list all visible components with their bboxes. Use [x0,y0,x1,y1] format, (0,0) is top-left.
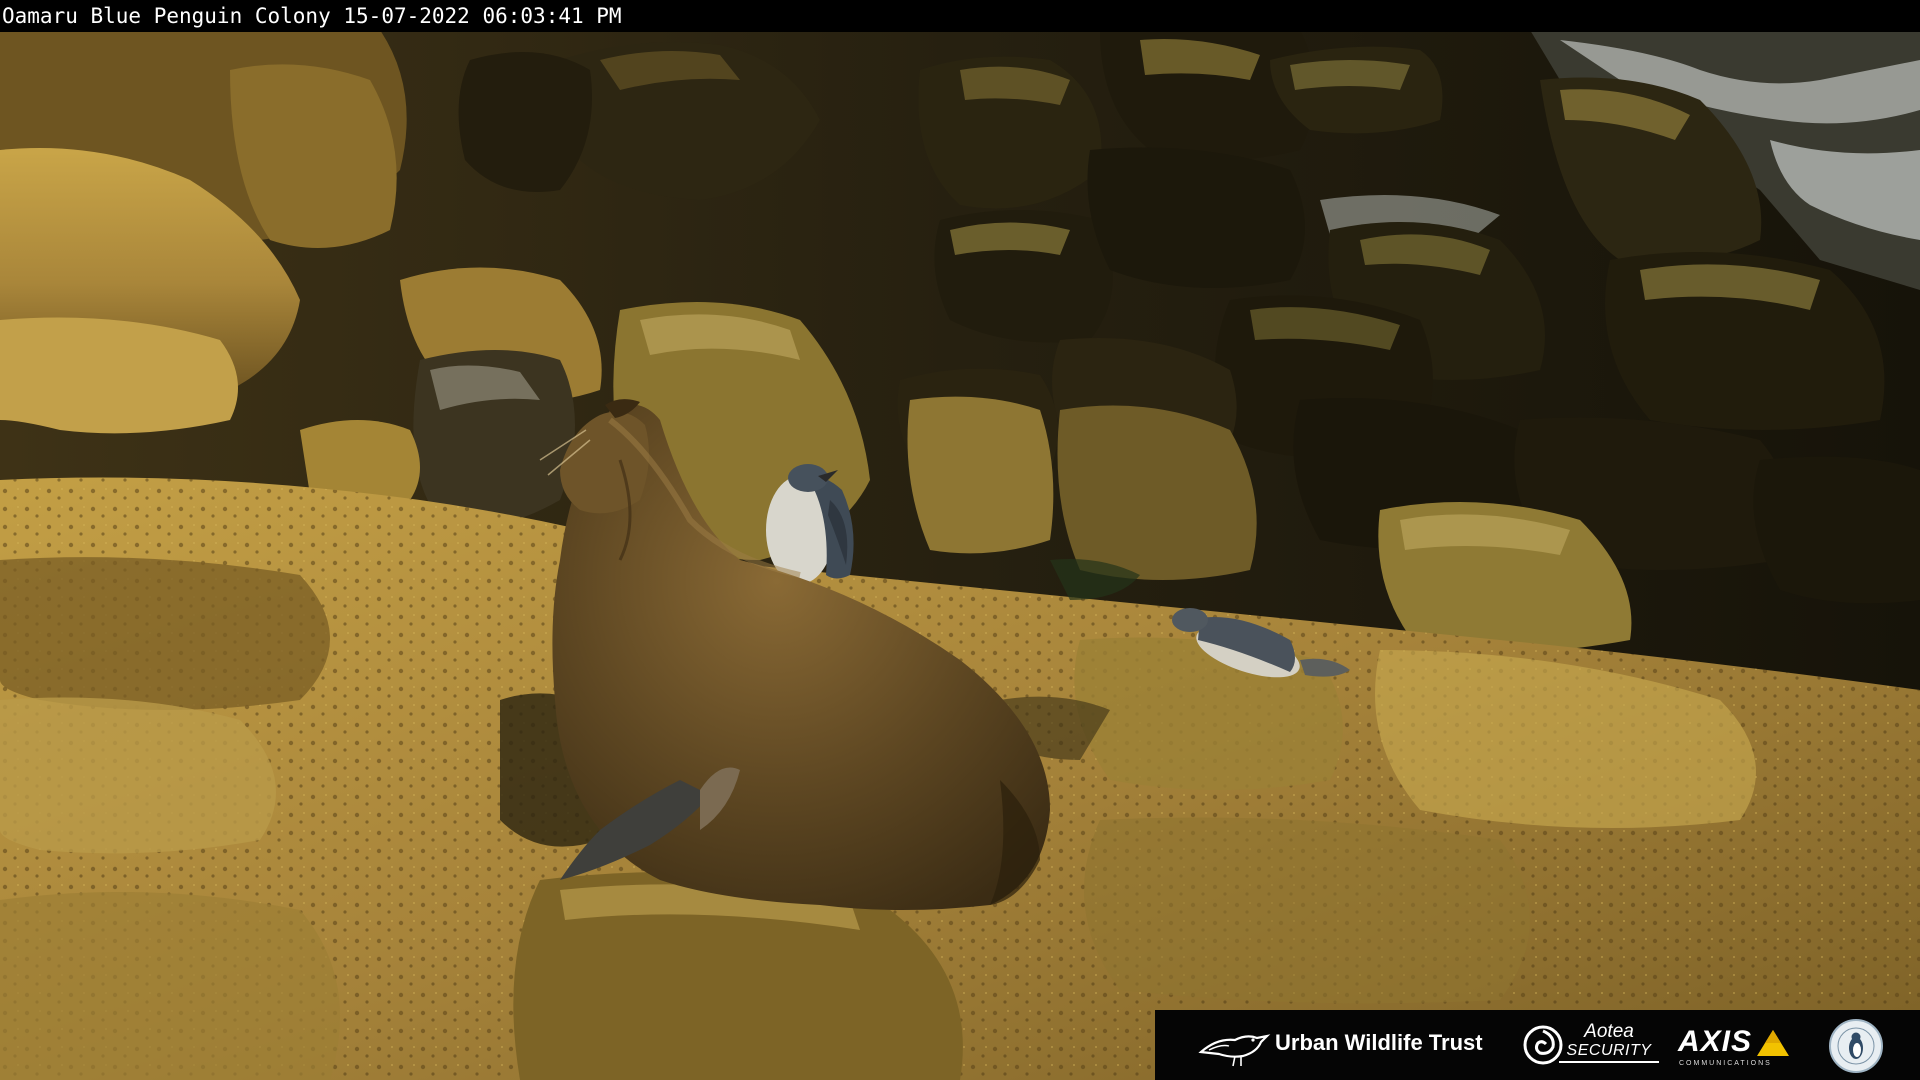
timestamp-text: Oamaru Blue Penguin Colony 15-07-2022 06… [2,3,622,29]
colony-seal-icon [1829,1019,1883,1073]
urban-wildlife-trust-label: Urban Wildlife Trust [1275,1030,1483,1055]
bird-icon [1198,1034,1271,1067]
axis-logo-word: AXIS [1678,1025,1753,1058]
camera-time: 06:03:41 PM [482,4,622,28]
axis-triangle-icon [1757,1030,1789,1056]
camera-scene [0,0,1920,1080]
camera-location: Oamaru Blue Penguin Colony [2,4,331,28]
aotea-logo-word: Aotea [1584,1021,1634,1042]
timestamp-bar: Oamaru Blue Penguin Colony 15-07-2022 06… [0,0,1920,32]
axis-logo-sub: COMMUNICATIONS [1679,1060,1772,1067]
sponsor-banner: Urban Wildlife Trust Aotea SECURITY AXIS… [1155,1010,1920,1080]
camera-date: 15-07-2022 [343,4,470,28]
aotea-logo-sub: SECURITY [1559,1041,1659,1063]
